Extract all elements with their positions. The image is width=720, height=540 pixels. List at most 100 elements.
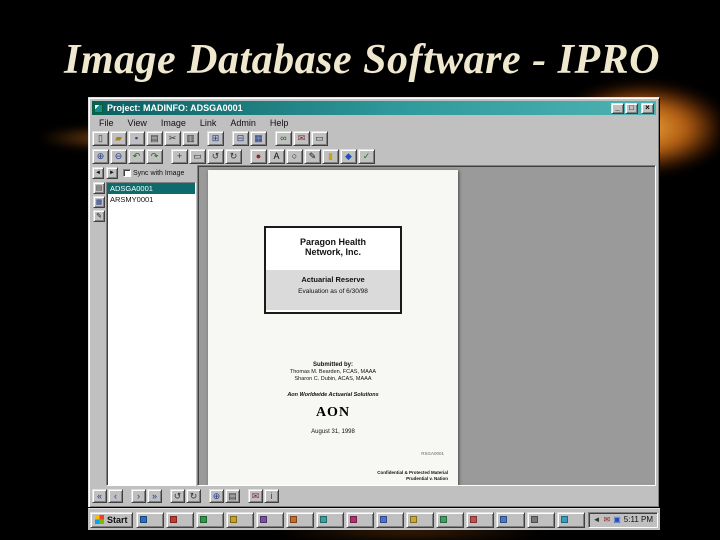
mail-icon[interactable]: ✉ <box>293 130 310 146</box>
next-page-icon[interactable]: › <box>131 489 146 503</box>
start-button[interactable]: Start <box>90 511 133 528</box>
submitted-label: Submitted by: <box>313 362 353 368</box>
zoom-out-icon[interactable]: ⊖ <box>110 148 127 164</box>
thumbnail-icon[interactable]: ▦ <box>93 196 105 208</box>
new-document-icon[interactable]: ▯ <box>92 130 109 146</box>
taskbar-button[interactable] <box>436 511 465 528</box>
menu-help[interactable]: Help <box>263 118 296 128</box>
forward-arrow-icon[interactable]: ► <box>106 167 118 179</box>
taskbar-button[interactable] <box>556 511 585 528</box>
close-button[interactable]: × <box>641 102 654 114</box>
last-page-icon[interactable]: » <box>147 489 162 503</box>
task-icon <box>530 516 538 523</box>
taskbar-button[interactable] <box>165 511 194 528</box>
menu-link[interactable]: Link <box>193 118 224 128</box>
taskbar-button[interactable] <box>285 511 314 528</box>
mail-status-icon[interactable]: ✉ <box>604 515 611 524</box>
rotate-page-left-icon[interactable]: ↺ <box>170 489 185 503</box>
sticky-note-icon[interactable]: ◆ <box>340 148 357 164</box>
task-icon <box>560 516 568 523</box>
zoom-in-icon[interactable]: ⊕ <box>92 148 109 164</box>
page-list-icon[interactable]: ▤ <box>93 182 105 194</box>
doc-subtitle-line: Actuarial Reserve <box>301 275 365 284</box>
app-icon <box>94 103 103 113</box>
taskbar-button[interactable] <box>466 511 495 528</box>
taskbar-button[interactable] <box>255 511 284 528</box>
taskbar-button[interactable] <box>406 511 435 528</box>
prev-page-icon[interactable]: ‹ <box>108 489 123 503</box>
document-page: Paragon Health Network, Inc. Actuarial R… <box>208 170 458 485</box>
menu-file[interactable]: File <box>92 118 121 128</box>
document-list: ADSGA0001 ARSMY0001 <box>106 182 196 486</box>
title-box-upper: Paragon Health Network, Inc. <box>266 228 400 270</box>
page-info-icon[interactable]: i <box>264 489 279 503</box>
window-title: Project: MADINFO: ADSGA0001 <box>107 103 243 113</box>
print-icon[interactable]: ▤ <box>146 130 163 146</box>
cut-icon[interactable]: ✂ <box>164 130 181 146</box>
undo-icon[interactable]: ↶ <box>128 148 145 164</box>
ellipse-annotation-icon[interactable]: ○ <box>286 148 303 164</box>
page-footer: Confidential & Protected Material Pruden… <box>377 470 448 481</box>
text-annotation-icon[interactable]: A <box>268 148 285 164</box>
select-region-icon[interactable]: ▭ <box>189 148 206 164</box>
first-page-icon[interactable]: « <box>92 489 107 503</box>
table-view-icon[interactable]: ⊟ <box>232 130 249 146</box>
menu-admin[interactable]: Admin <box>223 118 263 128</box>
document-list-item[interactable]: ARSMY0001 <box>107 194 195 205</box>
task-icon <box>319 516 327 523</box>
notes-icon[interactable]: ✎ <box>93 210 105 222</box>
organization-line: Aon Worldwide Actuarial Solutions <box>287 392 379 398</box>
rotate-page-right-icon[interactable]: ↻ <box>186 489 201 503</box>
tray-clock: 5:11 PM <box>623 515 653 524</box>
menu-image[interactable]: Image <box>154 118 193 128</box>
taskbar-button[interactable] <box>225 511 254 528</box>
taskbar-button[interactable] <box>496 511 525 528</box>
app-screenshot: Project: MADINFO: ADSGA0001 _ □ × File View… <box>88 97 660 530</box>
link-icon[interactable]: ∞ <box>275 130 292 146</box>
maximize-button[interactable]: □ <box>625 102 638 114</box>
image-view-icon[interactable]: ▦ <box>250 130 267 146</box>
index-grid-icon[interactable]: ⊞ <box>207 130 224 146</box>
author-line: Sharon C. Dubin, ACAS, MAAA <box>294 375 372 382</box>
window-titlebar[interactable]: Project: MADINFO: ADSGA0001 _ □ × <box>92 101 656 115</box>
taskbar-button[interactable] <box>315 511 345 528</box>
print-page-icon[interactable]: ▤ <box>225 489 240 503</box>
save-icon[interactable]: ▪ <box>128 130 145 146</box>
taskbar-button[interactable] <box>526 511 555 528</box>
taskbar-buttons <box>135 511 585 528</box>
submitted-block: Submitted by: Thomas M. Bearden, FCAS, M… <box>208 362 458 382</box>
document-list-item[interactable]: ADSGA0001 <box>107 183 195 194</box>
footer-line: Confidential & Protected Material <box>377 470 448 475</box>
panel-header: ◄ ► Sync with Image <box>92 166 196 180</box>
pan-icon[interactable]: + <box>171 148 188 164</box>
open-folder-icon[interactable]: ▰ <box>110 130 127 146</box>
taskbar-button[interactable] <box>376 511 405 528</box>
copy-icon[interactable]: ▥ <box>182 130 199 146</box>
exit-icon[interactable]: ▭ <box>311 130 328 146</box>
zoom-page-icon[interactable]: ⊕ <box>209 489 224 503</box>
speaker-icon[interactable]: ◄ <box>593 515 601 524</box>
menu-view[interactable]: View <box>121 118 154 128</box>
task-icon <box>169 516 177 523</box>
bottom-toolbar: «‹ ›» ↺ ↻ ⊕ ▤ ✉ i <box>92 488 656 504</box>
minimize-button[interactable]: _ <box>611 102 624 114</box>
image-toolbar: ⊕ ⊖ ↶ ↷ + ▭ ↺ ↻ ● A ○ ✎ ▮ ◆ ✓ <box>92 147 656 165</box>
document-date: August 31, 1998 <box>311 429 355 435</box>
redo-icon[interactable]: ↷ <box>146 148 163 164</box>
approve-check-icon[interactable]: ✓ <box>358 148 375 164</box>
task-icon <box>470 516 478 523</box>
mail-page-icon[interactable]: ✉ <box>248 489 263 503</box>
rotate-right-icon[interactable]: ↻ <box>225 148 242 164</box>
annotate-dot-icon[interactable]: ● <box>250 148 267 164</box>
back-arrow-icon[interactable]: ◄ <box>92 167 104 179</box>
rotate-left-icon[interactable]: ↺ <box>207 148 224 164</box>
pen-annotation-icon[interactable]: ✎ <box>304 148 321 164</box>
display-settings-icon[interactable]: ▣ <box>613 515 621 524</box>
taskbar-button[interactable] <box>195 511 224 528</box>
highlighter-icon[interactable]: ▮ <box>322 148 339 164</box>
task-icon <box>139 516 147 523</box>
taskbar-button[interactable] <box>346 511 375 528</box>
sync-checkbox[interactable] <box>123 169 131 177</box>
document-title-box: Paragon Health Network, Inc. Actuarial R… <box>264 226 402 314</box>
taskbar-button[interactable] <box>135 511 164 528</box>
